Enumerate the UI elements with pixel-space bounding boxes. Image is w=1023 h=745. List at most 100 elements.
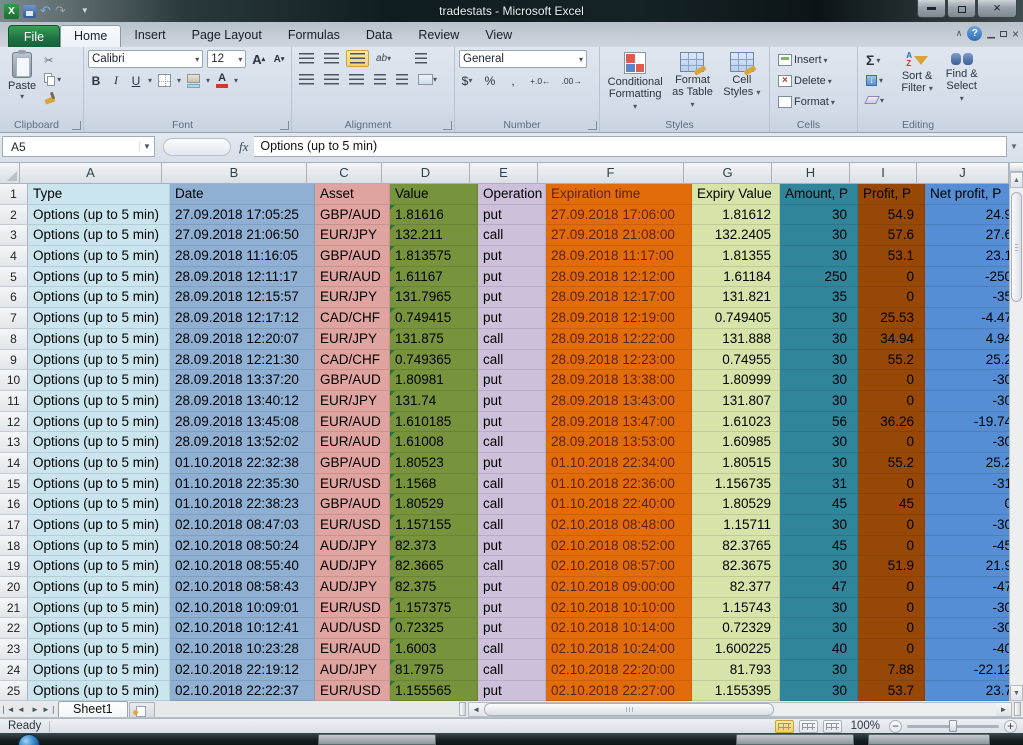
cell-F7[interactable]: 28.09.2018 12:19:00 bbox=[546, 308, 692, 329]
cell-C18[interactable]: AUD/JPY bbox=[315, 536, 390, 557]
cell-J10[interactable]: -30 bbox=[925, 370, 1009, 391]
cell-J1[interactable]: Net profit, P bbox=[925, 184, 1009, 205]
cell-C12[interactable]: EUR/AUD bbox=[315, 412, 390, 433]
cell-I2[interactable]: 54.9 bbox=[858, 205, 925, 226]
cell-G1[interactable]: Expiry Value bbox=[692, 184, 780, 205]
cell-F1[interactable]: Expiration time bbox=[546, 184, 692, 205]
row-header-9[interactable]: 9 bbox=[0, 350, 28, 371]
cell-J8[interactable]: 4.94 bbox=[925, 329, 1009, 350]
borders-dropdown[interactable]: ▾ bbox=[177, 76, 181, 85]
cell-E3[interactable]: call bbox=[478, 225, 546, 246]
prev-sheet-button[interactable]: ◄ bbox=[14, 705, 28, 714]
cell-F25[interactable]: 02.10.2018 22:27:00 bbox=[546, 681, 692, 702]
cell-B25[interactable]: 02.10.2018 22:22:37 bbox=[170, 681, 315, 702]
cell-H11[interactable]: 30 bbox=[780, 391, 858, 412]
scroll-up-button[interactable]: ▲ bbox=[1010, 172, 1023, 188]
cell-I23[interactable]: 0 bbox=[858, 639, 925, 660]
cell-B11[interactable]: 28.09.2018 13:40:12 bbox=[170, 391, 315, 412]
cell-F21[interactable]: 02.10.2018 10:10:00 bbox=[546, 598, 692, 619]
format-as-table-button[interactable]: Format as Table ▾ bbox=[666, 50, 718, 115]
row-header-18[interactable]: 18 bbox=[0, 536, 28, 557]
cell-F4[interactable]: 28.09.2018 11:17:00 bbox=[546, 246, 692, 267]
cell-A21[interactable]: Options (up to 5 min) bbox=[28, 598, 170, 619]
cell-C3[interactable]: EUR/JPY bbox=[315, 225, 390, 246]
cell-J19[interactable]: 21.9 bbox=[925, 556, 1009, 577]
insert-cells-button[interactable]: Insert▾ bbox=[776, 52, 853, 68]
cell-G9[interactable]: 0.74955 bbox=[692, 350, 780, 371]
cell-A17[interactable]: Options (up to 5 min) bbox=[28, 515, 170, 536]
cell-I21[interactable]: 0 bbox=[858, 598, 925, 619]
cell-J24[interactable]: -22.12 bbox=[925, 660, 1009, 681]
cell-A18[interactable]: Options (up to 5 min) bbox=[28, 536, 170, 557]
cut-button[interactable]: ✂ bbox=[42, 52, 63, 68]
cell-F16[interactable]: 01.10.2018 22:40:00 bbox=[546, 494, 692, 515]
cell-H15[interactable]: 31 bbox=[780, 474, 858, 495]
cell-B5[interactable]: 28.09.2018 12:11:17 bbox=[170, 267, 315, 288]
fill-color-button[interactable] bbox=[185, 72, 202, 89]
cell-I8[interactable]: 34.94 bbox=[858, 329, 925, 350]
cell-A6[interactable]: Options (up to 5 min) bbox=[28, 287, 170, 308]
cell-G5[interactable]: 1.61184 bbox=[692, 267, 780, 288]
cell-F17[interactable]: 02.10.2018 08:48:00 bbox=[546, 515, 692, 536]
cell-F19[interactable]: 02.10.2018 08:57:00 bbox=[546, 556, 692, 577]
vertical-scrollbar[interactable]: ▲ ▼ bbox=[1009, 163, 1023, 701]
cell-C4[interactable]: GBP/AUD bbox=[315, 246, 390, 267]
column-header-D[interactable]: D bbox=[382, 163, 470, 184]
help-icon[interactable]: ? bbox=[967, 26, 982, 41]
close-button[interactable]: × bbox=[977, 0, 1017, 18]
scroll-down-button[interactable]: ▼ bbox=[1010, 685, 1023, 701]
middle-align-button[interactable] bbox=[321, 50, 342, 67]
cell-G10[interactable]: 1.80999 bbox=[692, 370, 780, 391]
cell-E17[interactable]: call bbox=[478, 515, 546, 536]
cell-G21[interactable]: 1.15743 bbox=[692, 598, 780, 619]
cell-C13[interactable]: EUR/AUD bbox=[315, 432, 390, 453]
autosum-button[interactable]: Σ▾ bbox=[864, 52, 895, 68]
grow-font-button[interactable]: A▴ bbox=[250, 51, 267, 68]
cell-A20[interactable]: Options (up to 5 min) bbox=[28, 577, 170, 598]
cell-J9[interactable]: 25.2 bbox=[925, 350, 1009, 371]
cell-F9[interactable]: 28.09.2018 12:23:00 bbox=[546, 350, 692, 371]
cell-C21[interactable]: EUR/USD bbox=[315, 598, 390, 619]
cell-G23[interactable]: 1.600225 bbox=[692, 639, 780, 660]
cell-I6[interactable]: 0 bbox=[858, 287, 925, 308]
cell-C20[interactable]: AUD/JPY bbox=[315, 577, 390, 598]
cell-D1[interactable]: Value bbox=[390, 184, 478, 205]
cell-J18[interactable]: -45 bbox=[925, 536, 1009, 557]
cell-I16[interactable]: 45 bbox=[858, 494, 925, 515]
column-header-I[interactable]: I bbox=[850, 163, 917, 184]
cell-C6[interactable]: EUR/JPY bbox=[315, 287, 390, 308]
minimize-ribbon-icon[interactable]: ∧ bbox=[956, 28, 963, 39]
bold-button[interactable]: B bbox=[88, 72, 104, 89]
bottom-align-button[interactable] bbox=[346, 50, 369, 67]
cell-H23[interactable]: 40 bbox=[780, 639, 858, 660]
row-header-3[interactable]: 3 bbox=[0, 225, 28, 246]
cell-J16[interactable]: 0 bbox=[925, 494, 1009, 515]
cell-B18[interactable]: 02.10.2018 08:50:24 bbox=[170, 536, 315, 557]
cell-F23[interactable]: 02.10.2018 10:24:00 bbox=[546, 639, 692, 660]
row-header-14[interactable]: 14 bbox=[0, 453, 28, 474]
cell-I24[interactable]: 7.88 bbox=[858, 660, 925, 681]
cell-B7[interactable]: 28.09.2018 12:17:12 bbox=[170, 308, 315, 329]
cell-J25[interactable]: 23.7 bbox=[925, 681, 1009, 702]
cell-A24[interactable]: Options (up to 5 min) bbox=[28, 660, 170, 681]
cell-E14[interactable]: put bbox=[478, 453, 546, 474]
row-header-20[interactable]: 20 bbox=[0, 577, 28, 598]
cell-G17[interactable]: 1.15711 bbox=[692, 515, 780, 536]
name-box[interactable]: A5 ▼ bbox=[2, 136, 155, 157]
cell-G15[interactable]: 1.156735 bbox=[692, 474, 780, 495]
cell-H10[interactable]: 30 bbox=[780, 370, 858, 391]
cell-E1[interactable]: Operation bbox=[478, 184, 546, 205]
cell-I14[interactable]: 55.2 bbox=[858, 453, 925, 474]
cell-A12[interactable]: Options (up to 5 min) bbox=[28, 412, 170, 433]
cell-I17[interactable]: 0 bbox=[858, 515, 925, 536]
last-sheet-button[interactable]: ►❘ bbox=[42, 705, 56, 714]
cell-B23[interactable]: 02.10.2018 10:23:28 bbox=[170, 639, 315, 660]
cell-B22[interactable]: 02.10.2018 10:12:41 bbox=[170, 618, 315, 639]
cell-J21[interactable]: -30 bbox=[925, 598, 1009, 619]
cell-B2[interactable]: 27.09.2018 17:05:25 bbox=[170, 205, 315, 226]
zoom-slider-thumb[interactable] bbox=[949, 720, 957, 732]
cell-C2[interactable]: GBP/AUD bbox=[315, 205, 390, 226]
cell-J20[interactable]: -47 bbox=[925, 577, 1009, 598]
column-header-E[interactable]: E bbox=[470, 163, 538, 184]
decrease-decimal-button[interactable]: .00→ bbox=[560, 72, 584, 89]
